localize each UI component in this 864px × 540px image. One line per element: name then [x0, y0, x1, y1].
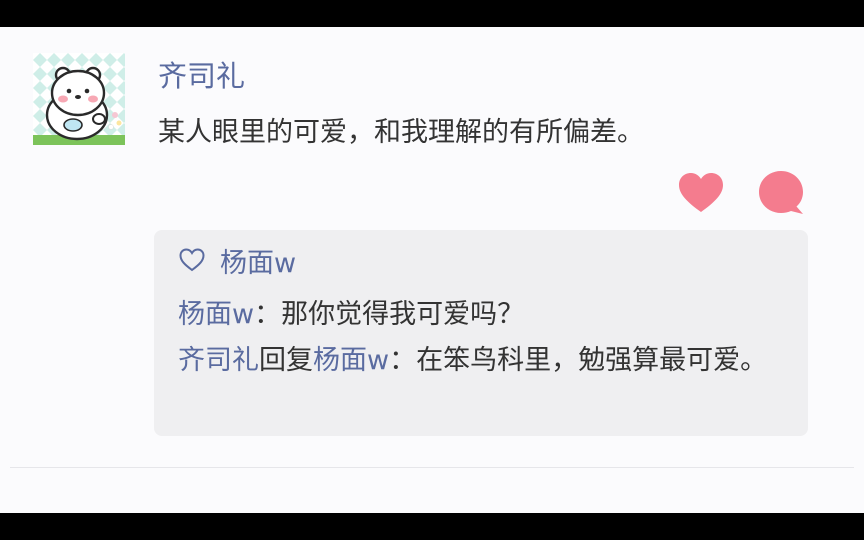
- comment-text: 在笨鸟科里，勉强算最可爱。: [416, 345, 768, 376]
- comment-section: 杨面w 杨面w：那你觉得我可爱吗？ 齐司礼回复杨面w：在笨鸟科里，勉强算最可爱。: [154, 230, 808, 436]
- reply-word: 回复: [259, 345, 313, 376]
- liker-name[interactable]: 杨面w: [220, 241, 296, 280]
- comment-button[interactable]: [756, 168, 806, 218]
- comment-separator: ：: [389, 345, 417, 376]
- heart-filled-icon: [679, 173, 723, 212]
- likes-row: 杨面w: [178, 241, 296, 280]
- heart-outline-icon: [178, 246, 206, 274]
- bear-avatar-illustration: [33, 53, 125, 145]
- bottom-letterbox-bar: [0, 513, 864, 540]
- top-letterbox-bar: [0, 0, 864, 27]
- avatar[interactable]: [33, 53, 125, 145]
- divider: [10, 467, 854, 468]
- comment-separator: ：: [254, 299, 282, 330]
- comment-author[interactable]: 杨面w: [178, 299, 254, 330]
- comment-author[interactable]: 齐司礼: [178, 345, 259, 376]
- speech-bubble-icon: [759, 171, 803, 214]
- post-author-name[interactable]: 齐司礼: [158, 58, 245, 94]
- reply-to-name[interactable]: 杨面w: [313, 345, 389, 376]
- comment-text: 那你觉得我可爱吗？: [281, 299, 525, 330]
- post-text: 某人眼里的可爱，和我理解的有所偏差。: [158, 117, 644, 148]
- comment-item: 杨面w：那你觉得我可爱吗？: [178, 292, 778, 338]
- like-button[interactable]: [676, 168, 726, 218]
- comment-item: 齐司礼回复杨面w：在笨鸟科里，勉强算最可爱。: [178, 338, 778, 384]
